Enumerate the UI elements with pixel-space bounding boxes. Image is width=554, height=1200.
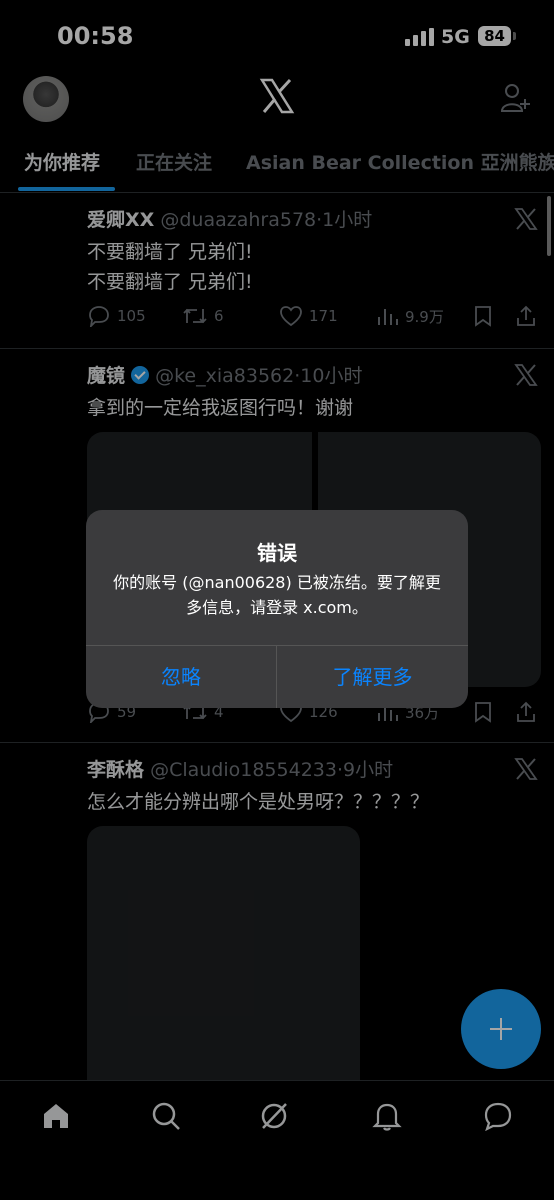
dialog-title: 错误 <box>257 541 297 565</box>
ignore-button[interactable]: 忽略 <box>86 646 276 708</box>
learn-more-button[interactable]: 了解更多 <box>277 646 468 708</box>
error-alert-dialog: 错误 你的账号 (@nan00628) 已被冻结。要了解更多信息，请登录 x.c… <box>86 510 468 708</box>
dialog-message: 你的账号 (@nan00628) 已被冻结。要了解更多信息，请登录 x.com。 <box>113 573 441 617</box>
